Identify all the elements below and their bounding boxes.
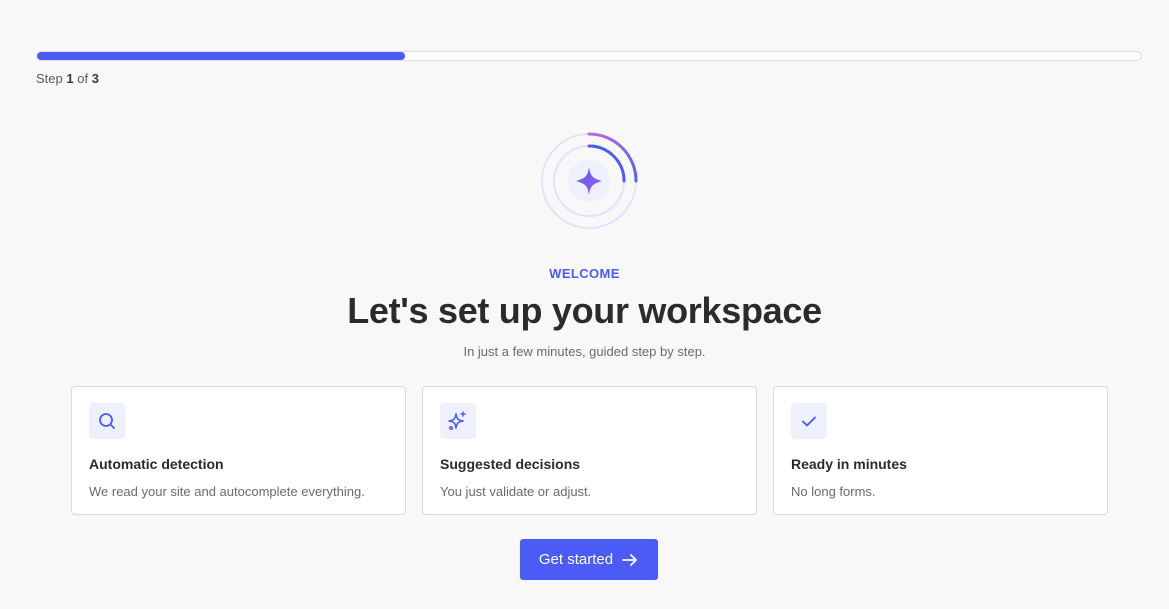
feature-card-description: We read your site and autocomplete every… (89, 484, 365, 499)
page-title: Let's set up your workspace (347, 290, 822, 331)
check-icon (791, 403, 827, 439)
eyebrow-label: WELCOME (549, 266, 620, 281)
arrow-right-icon (622, 553, 637, 566)
get-started-label: Get started (538, 551, 614, 568)
get-started-button[interactable]: Get started (520, 539, 658, 580)
feature-card-title: Ready in minutes (791, 456, 907, 472)
feature-card-description: No long forms. (791, 484, 876, 499)
progress-bar (36, 51, 1142, 61)
step-total: 3 (91, 71, 99, 86)
feature-card-suggested-decisions: Suggested decisions You just validate or… (422, 386, 757, 515)
feature-card-ready-in-minutes: Ready in minutes No long forms. (773, 386, 1108, 515)
progress-fill (37, 52, 405, 60)
step-current: 1 (66, 71, 74, 86)
step-indicator: Step 1 of 3 (36, 71, 99, 86)
feature-card-automatic-detection: Automatic detection We read your site an… (71, 386, 406, 515)
feature-card-description: You just validate or adjust. (440, 484, 592, 499)
feature-cards: Automatic detection We read your site an… (71, 386, 1108, 515)
hero-illustration (540, 131, 640, 231)
feature-card-title: Suggested decisions (440, 456, 581, 472)
sparkles-icon (440, 403, 476, 439)
search-icon (89, 403, 125, 439)
feature-card-title: Automatic detection (89, 456, 224, 472)
page-subtitle: In just a few minutes, guided step by st… (463, 344, 706, 359)
